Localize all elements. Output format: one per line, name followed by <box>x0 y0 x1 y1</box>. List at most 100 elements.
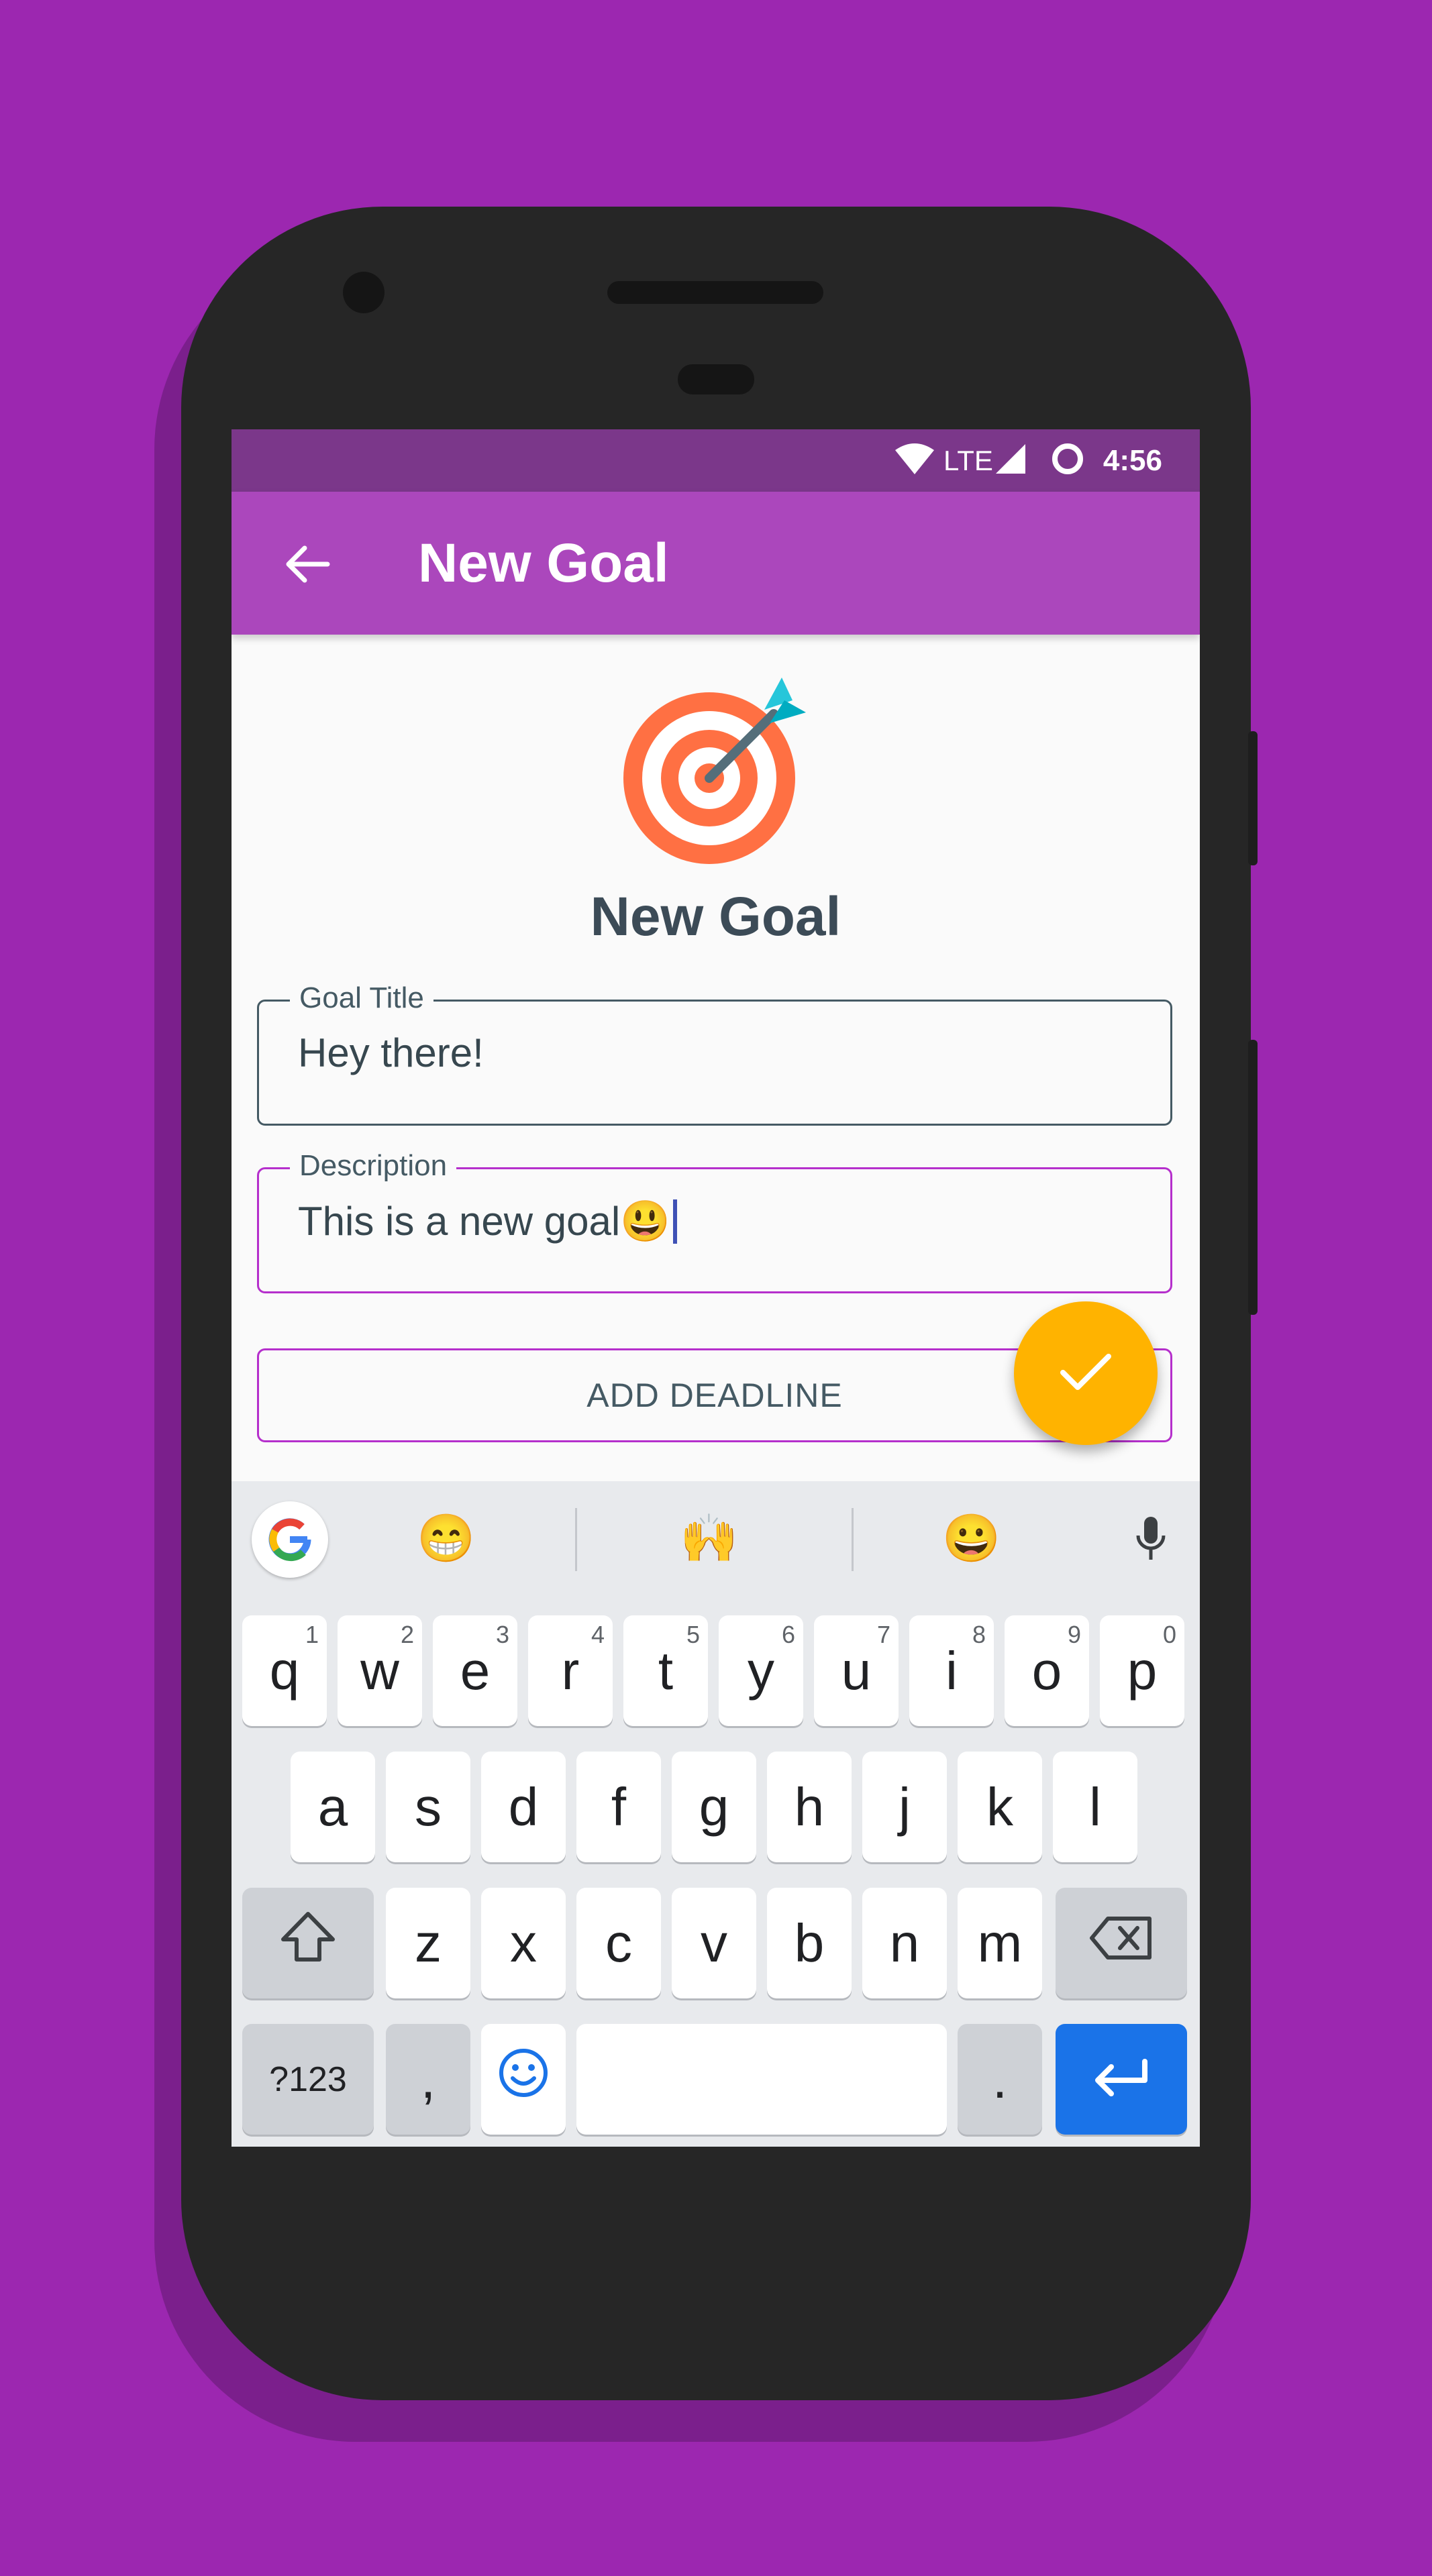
symbols-key[interactable]: ?123 <box>242 2024 374 2135</box>
key-label: q <box>269 1640 300 1701</box>
key-d[interactable]: d <box>481 1752 566 1862</box>
phone-screen: LTE 4:56 New Goal New Goal Goal Title He… <box>232 429 1200 2147</box>
key-q[interactable]: q1 <box>242 1615 327 1726</box>
key-label: b <box>794 1913 825 1973</box>
key-label: x <box>510 1913 537 1973</box>
key-label: p <box>1127 1640 1158 1701</box>
key-label: ?123 <box>269 2059 347 2099</box>
key-label: y <box>748 1640 774 1701</box>
arrow-back-icon[interactable] <box>278 536 335 592</box>
suggestion-strip: 😁 🙌 😀 <box>232 1481 1200 1595</box>
key-c[interactable]: c <box>576 1888 661 1998</box>
key-label: j <box>899 1776 911 1837</box>
key-label: w <box>360 1640 399 1701</box>
status-time: 4:56 <box>1103 443 1162 477</box>
key-label: a <box>317 1776 348 1837</box>
backspace-icon <box>1088 1913 1155 1974</box>
key-label: f <box>611 1776 627 1837</box>
key-label: s <box>415 1776 442 1837</box>
check-icon <box>1059 1351 1113 1396</box>
google-icon[interactable] <box>252 1501 328 1578</box>
emoji-key[interactable] <box>481 2024 566 2135</box>
comma-key[interactable]: , <box>386 2024 470 2135</box>
key-l[interactable]: l <box>1053 1752 1137 1862</box>
goal-title-field[interactable]: Goal Title Hey there! <box>257 981 1172 1126</box>
key-hint: 4 <box>591 1621 605 1648</box>
shift-key[interactable] <box>242 1888 374 1998</box>
key-label: o <box>1031 1640 1062 1701</box>
circle-icon <box>1051 442 1084 479</box>
key-g[interactable]: g <box>672 1752 756 1862</box>
key-f[interactable]: f <box>576 1752 661 1862</box>
description-value: This is a new goal😃 <box>298 1197 677 1245</box>
key-hint: 3 <box>495 1621 509 1648</box>
key-label: , <box>420 2049 436 2109</box>
key-n[interactable]: n <box>862 1888 947 1998</box>
key-w[interactable]: w2 <box>338 1615 422 1726</box>
text-cursor <box>672 1199 677 1244</box>
key-label: g <box>699 1776 729 1837</box>
key-x[interactable]: x <box>481 1888 566 1998</box>
key-o[interactable]: o9 <box>1005 1615 1089 1726</box>
enter-key[interactable] <box>1056 2024 1187 2135</box>
shift-icon <box>279 1910 337 1976</box>
app-bar: New Goal <box>232 492 1200 635</box>
key-label: . <box>992 2049 1008 2109</box>
emoji-suggestion-2[interactable]: 🙌 <box>669 1505 750 1572</box>
key-a[interactable]: a <box>291 1752 375 1862</box>
key-e[interactable]: e3 <box>433 1615 517 1726</box>
target-dart-icon <box>621 671 822 872</box>
key-hint: 8 <box>972 1621 986 1648</box>
key-label: i <box>945 1640 958 1701</box>
key-label: e <box>460 1640 491 1701</box>
key-k[interactable]: k <box>958 1752 1042 1862</box>
emoji-suggestion-1[interactable]: 😁 <box>406 1505 487 1572</box>
key-hint: 9 <box>1067 1621 1081 1648</box>
key-h[interactable]: h <box>767 1752 852 1862</box>
period-key[interactable]: . <box>958 2024 1042 2135</box>
key-t[interactable]: t5 <box>623 1615 708 1726</box>
key-label: c <box>605 1913 632 1973</box>
key-label: u <box>841 1640 872 1701</box>
key-hint: 6 <box>781 1621 795 1648</box>
emoji-suggestion-3[interactable]: 😀 <box>931 1505 1012 1572</box>
goal-title-label: Goal Title <box>290 981 433 1015</box>
key-s[interactable]: s <box>386 1752 470 1862</box>
description-label: Description <box>290 1149 457 1183</box>
key-label: d <box>508 1776 539 1837</box>
key-j[interactable]: j <box>862 1752 947 1862</box>
suggestion-divider <box>852 1508 854 1571</box>
key-hint: 7 <box>876 1621 890 1648</box>
phone-side-button-bottom <box>1248 1040 1258 1315</box>
space-key[interactable] <box>576 2024 947 2135</box>
key-u[interactable]: u7 <box>814 1615 899 1726</box>
key-r[interactable]: r4 <box>528 1615 613 1726</box>
enter-icon <box>1091 2049 1152 2110</box>
key-z[interactable]: z <box>386 1888 470 1998</box>
key-p[interactable]: p0 <box>1100 1615 1184 1726</box>
status-bar: LTE 4:56 <box>232 429 1200 492</box>
goal-title-text: Hey there! <box>298 1030 484 1075</box>
save-fab-button[interactable] <box>1014 1301 1158 1445</box>
soft-keyboard: 😁 🙌 😀 q1 w2 e3 r4 t5 y6 u7 i8 o9 p0 a s <box>232 1481 1200 2147</box>
key-b[interactable]: b <box>767 1888 852 1998</box>
earpiece <box>678 364 754 394</box>
key-label: t <box>658 1640 674 1701</box>
goal-title-value: Hey there! <box>298 1030 484 1076</box>
mic-icon[interactable] <box>1124 1505 1178 1572</box>
key-label: z <box>415 1913 442 1973</box>
key-label: v <box>701 1913 727 1973</box>
key-hint: 1 <box>305 1621 319 1648</box>
suggestion-divider <box>575 1508 577 1571</box>
key-i[interactable]: i8 <box>909 1615 994 1726</box>
key-y[interactable]: y6 <box>719 1615 803 1726</box>
app-bar-title: New Goal <box>418 533 669 594</box>
key-label: n <box>889 1913 920 1973</box>
backspace-key[interactable] <box>1056 1888 1187 1998</box>
emoji-icon <box>497 2046 550 2112</box>
key-v[interactable]: v <box>672 1888 756 1998</box>
description-field[interactable]: Description This is a new goal😃 <box>257 1149 1172 1293</box>
page-heading: New Goal <box>590 886 841 947</box>
key-label: h <box>794 1776 825 1837</box>
key-m[interactable]: m <box>958 1888 1042 1998</box>
